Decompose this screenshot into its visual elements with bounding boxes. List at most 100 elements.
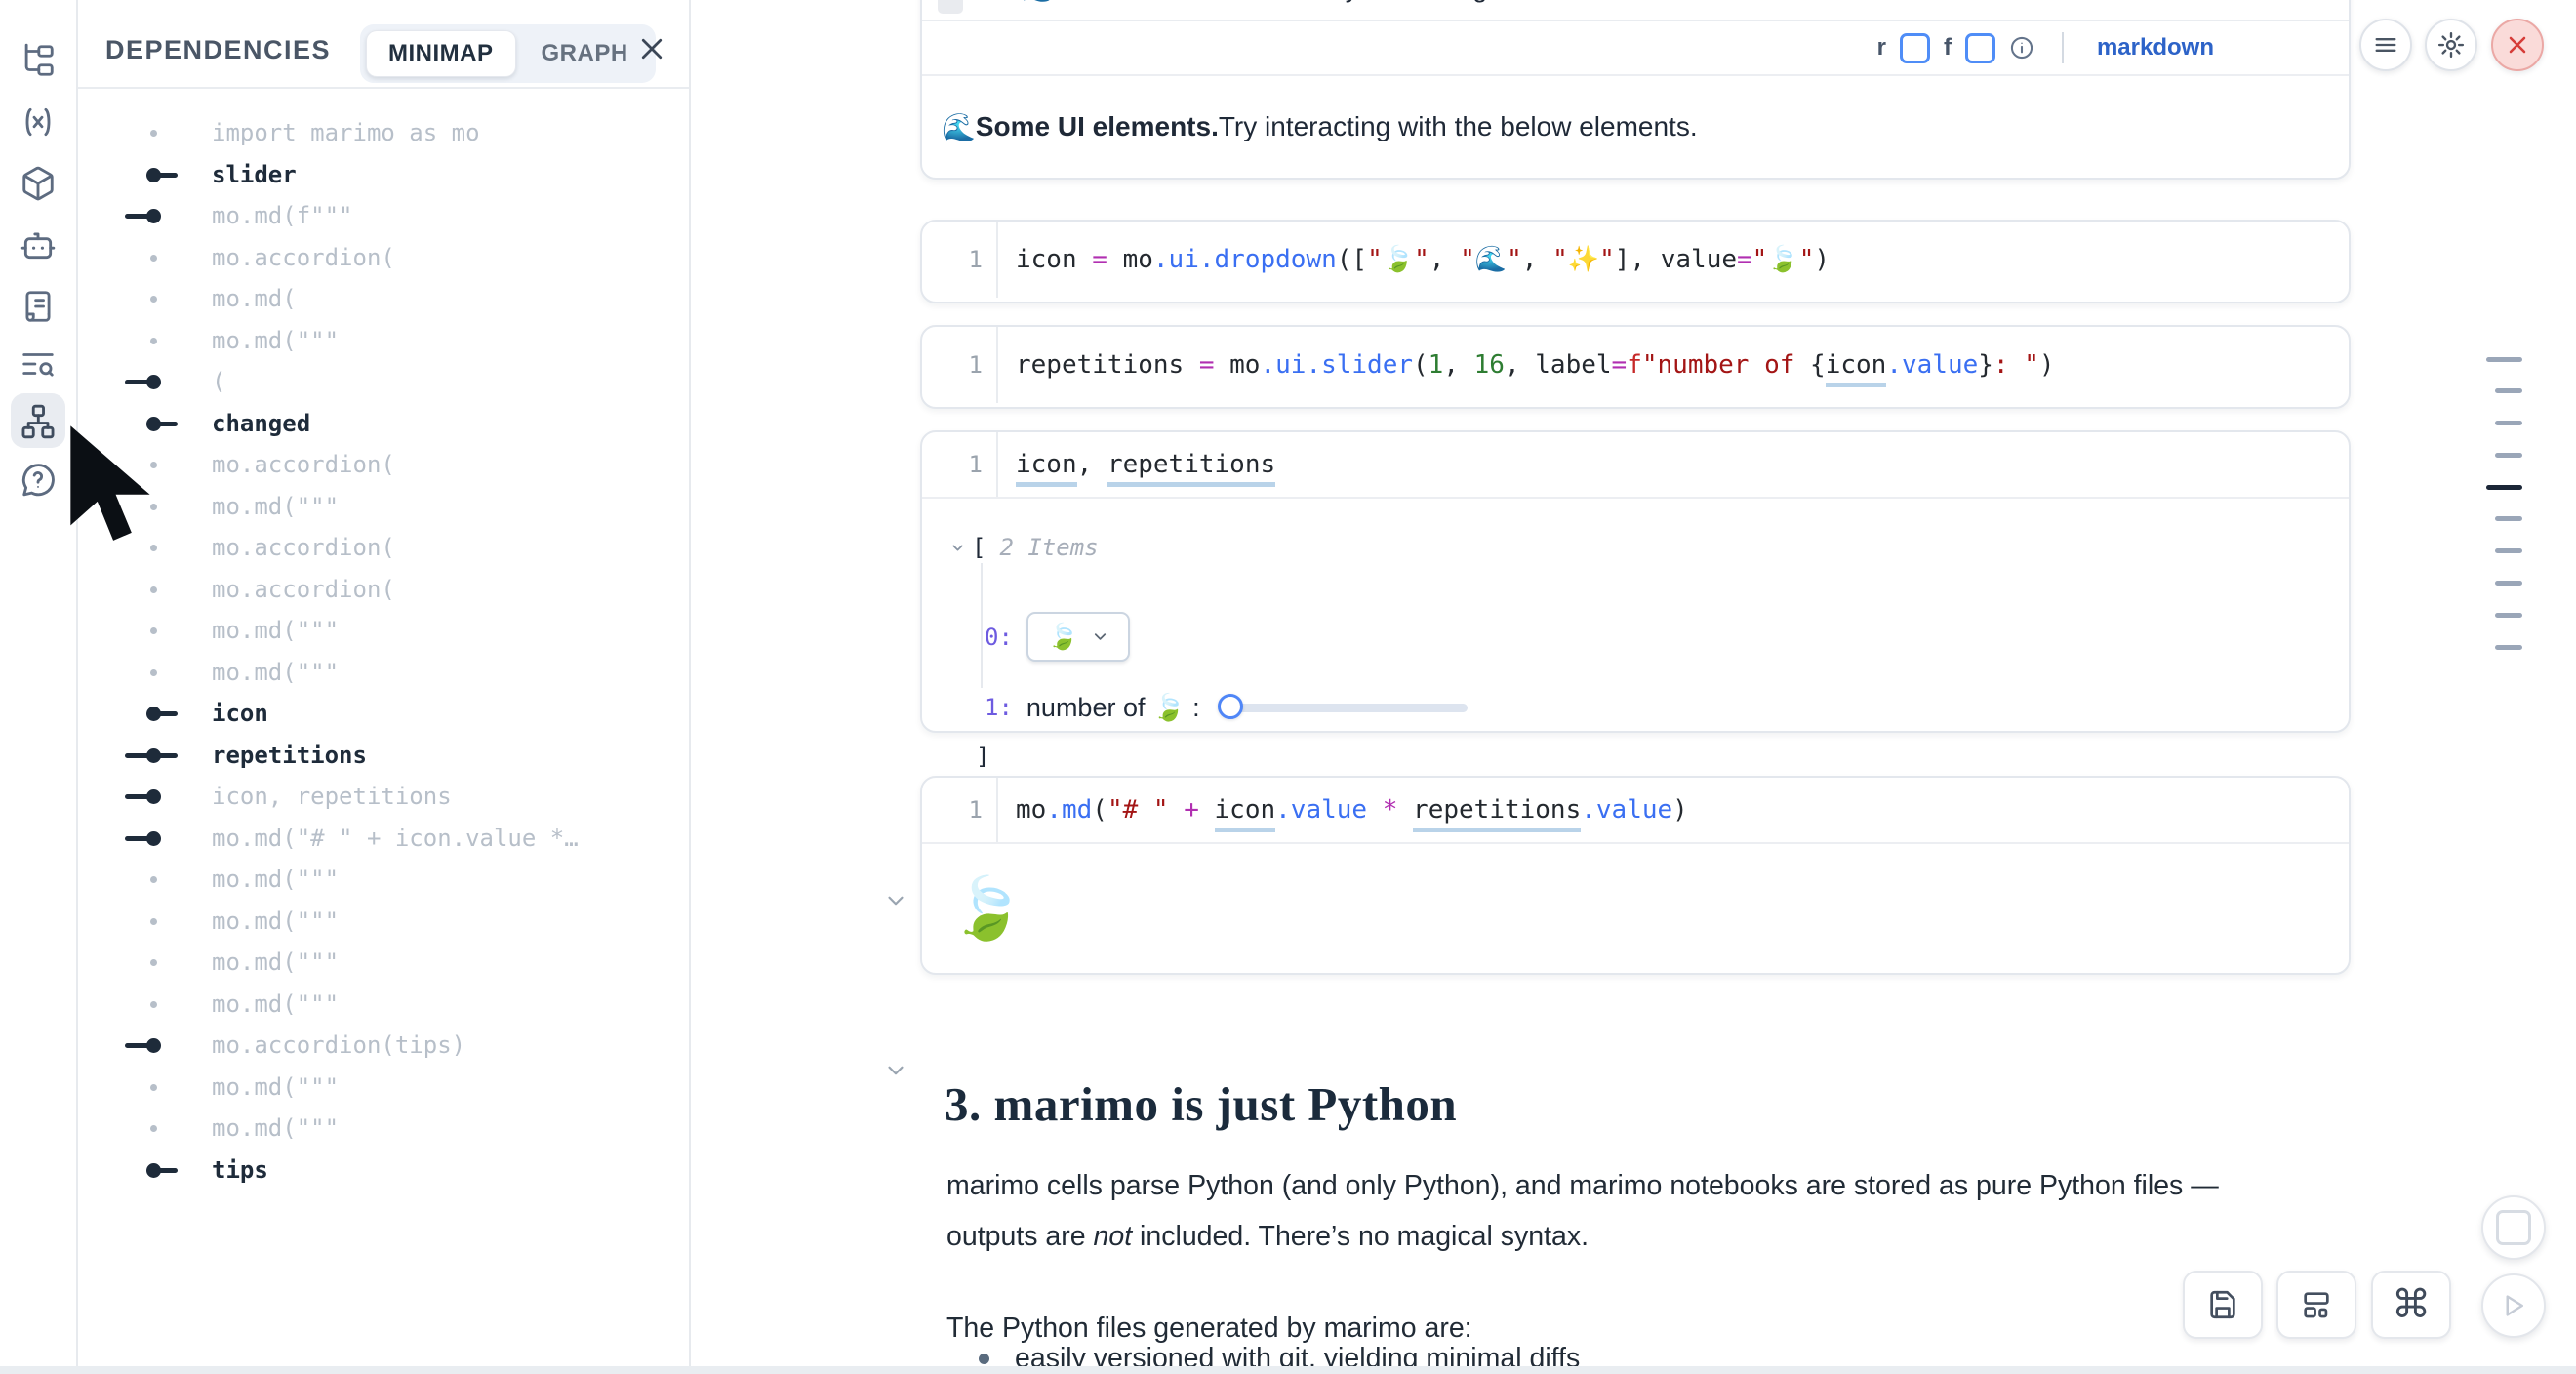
code-editor[interactable]: icon, repetitions [998,450,1275,479]
tree-collapse-icon[interactable] [949,540,966,556]
package-icon[interactable] [20,165,57,202]
code-editor[interactable]: repetitions = mo.ui.slider(1, 16, label=… [998,350,2055,380]
markdown-editor-clipped[interactable]: 🌊 Some UI elements.** Try interacting wi… [922,0,2349,21]
minimap-item[interactable]: mo.md(""" [76,942,689,984]
raw-checkbox[interactable] [1900,33,1930,63]
minimap-item-label: ( [212,368,225,395]
code-cell-slider: 1 repetitions = mo.ui.slider(1, 16, labe… [920,325,2351,409]
cell-collapse-chevron[interactable] [883,888,908,913]
minimap-item[interactable]: mo.md( [76,278,689,320]
code-editor[interactable]: mo.md("# " + icon.value * repetitions.va… [998,795,1688,825]
code-token: .md [1046,795,1092,825]
close-panel-button[interactable] [630,27,673,70]
scroll-dash[interactable] [2495,516,2522,521]
info-icon[interactable] [2009,35,2034,61]
fstring-checkbox[interactable] [1965,33,1995,63]
section-collapse-chevron[interactable] [883,1058,908,1083]
minimap-item[interactable]: mo.accordion( [76,569,689,611]
scroll-dash[interactable] [2486,357,2522,362]
cell-toolbar: r f markdown [922,21,2349,76]
slider-knob[interactable] [1218,694,1243,719]
panel-title: DEPENDENCIES [105,35,331,65]
save-button[interactable] [2183,1271,2263,1339]
minimap-item[interactable]: changed [76,403,689,445]
slider-track[interactable] [1229,704,1468,712]
cell-edge-icon [125,373,178,390]
minimap-item[interactable]: ( [76,361,689,403]
tab-minimap[interactable]: MINIMAP [366,30,516,77]
code-token: repetitions [1016,350,1184,380]
code-editor[interactable]: icon = mo.ui.dropdown(["🍃", "🌊", "✨"], v… [998,245,1830,274]
minimap-item[interactable]: mo.md(f""" [76,195,689,237]
minimap-item[interactable]: mo.md(""" [76,610,689,652]
minimap-item[interactable]: tips [76,1150,689,1192]
minimap-item-label: mo.md( [212,285,297,312]
language-button[interactable]: markdown [2091,33,2220,62]
layout-button[interactable] [2276,1271,2356,1339]
shutdown-button[interactable] [2491,19,2544,71]
minimap-item[interactable]: mo.md(""" [76,984,689,1026]
minimap-item[interactable]: mo.md(""" [76,1108,689,1150]
scroll-dash[interactable] [2495,421,2522,425]
line-number: 1 [922,327,998,403]
markdown-output: 🌊 Some UI elements. Try interacting with… [922,76,2349,178]
minimap-item[interactable]: mo.md(""" [76,486,689,528]
settings-button[interactable] [2425,19,2477,71]
markdown-cell: 🌊 Some UI elements.** Try interacting wi… [920,0,2351,180]
minimap-item[interactable]: mo.md(""" [76,901,689,943]
run-button[interactable] [2481,1273,2546,1338]
help-icon[interactable] [20,461,57,498]
minimap-item[interactable]: mo.md("# " + icon.value *… [76,818,689,860]
minimap-item[interactable]: icon, repetitions [76,776,689,818]
code-token: mo [1016,795,1046,825]
minimap-item[interactable]: mo.accordion( [76,444,689,486]
dropdown-widget[interactable]: 🍃 [1026,612,1130,662]
code-token: , [1429,245,1460,274]
scroll-dash[interactable] [2495,581,2522,586]
snippets-search-icon[interactable] [20,345,57,383]
code-token: .value [1886,350,1978,380]
cell-dot-icon [125,456,178,473]
scroll-dash[interactable] [2495,453,2522,458]
menu-button[interactable] [2359,19,2412,71]
code-token: "🌊" [1460,245,1522,274]
dependencies-header: DEPENDENCIES MINIMAP GRAPH [76,0,689,89]
code-token: , [1077,450,1107,479]
minimap-item-label: icon, repetitions [212,783,452,810]
play-icon [2499,1291,2528,1320]
minimap-item[interactable]: mo.accordion( [76,237,689,279]
scroll-dash[interactable] [2486,485,2522,490]
scroll-dash[interactable] [2495,548,2522,553]
scratchpad-icon[interactable] [20,288,57,325]
scroll-dash[interactable] [2495,613,2522,618]
minimap-item[interactable]: mo.md(""" [76,1067,689,1109]
items-count: 2 Items [999,534,1098,561]
cell-dot-icon [125,249,178,266]
leaf-emoji-output: 🍃 [949,875,1025,944]
ai-assistant-icon[interactable] [20,226,57,263]
scroll-dash[interactable] [2495,388,2522,393]
minimap-item[interactable]: mo.md(""" [76,859,689,901]
shortcuts-button[interactable]: ⌘ [2371,1271,2451,1339]
code-token: .ui [1260,350,1306,380]
file-tree-icon[interactable] [20,42,57,79]
cell-dot-icon [125,870,178,888]
minimap-item[interactable]: mo.md(""" [76,652,689,694]
cell-dot-icon [125,290,178,307]
minimap-item[interactable]: slider [76,154,689,196]
code-token: ( [1092,795,1107,825]
slider-widget[interactable] [1218,694,1471,721]
dependency-graph-icon[interactable] [20,403,57,440]
minimap-item[interactable]: mo.md(""" [76,320,689,362]
code-token: "🍃" [1367,245,1429,274]
minimap-item[interactable]: import marimo as mo [76,112,689,154]
variables-icon[interactable] [20,103,57,141]
stop-button[interactable] [2481,1195,2546,1260]
minimap-item-label: mo.accordion( [212,534,395,561]
scroll-dash[interactable] [2495,645,2522,650]
fstring-toggle-label: f [1944,34,1952,61]
minimap-item[interactable]: mo.accordion(tips) [76,1025,689,1067]
minimap-item[interactable]: mo.accordion( [76,527,689,569]
minimap-item[interactable]: repetitions [76,735,689,777]
minimap-item[interactable]: icon [76,693,689,735]
